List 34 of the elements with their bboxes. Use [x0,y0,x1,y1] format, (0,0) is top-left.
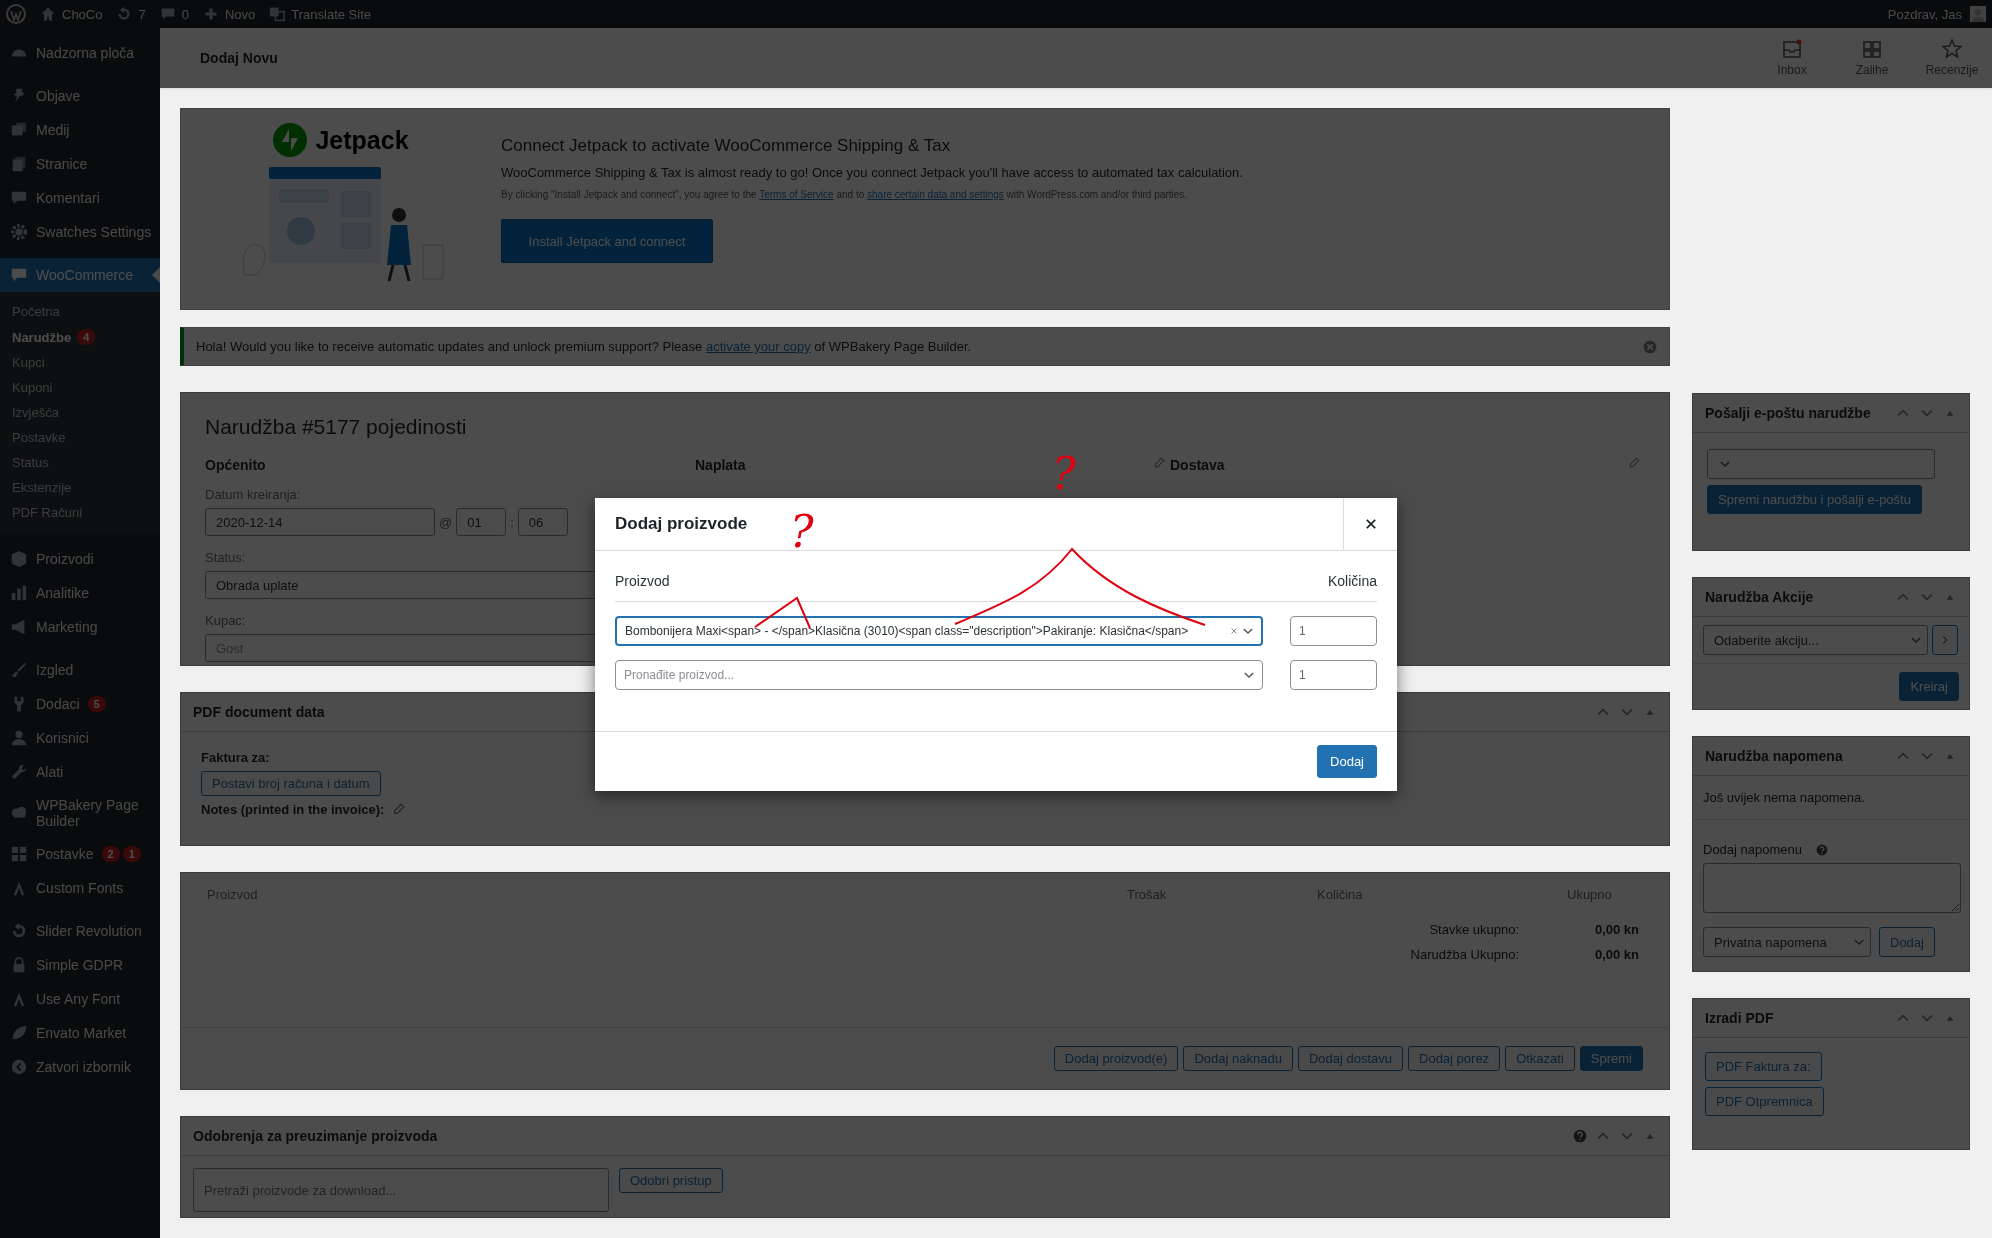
section-heading: Naplata [695,457,746,473]
time-separator: : [510,514,514,530]
empty-notes-text: Još uvijek nema napomena. [1703,790,1865,805]
section-heading: Dostava [1170,457,1225,473]
question-mark: ? [790,510,814,554]
at-sign: @ [439,514,453,530]
invoice-label: Faktura za: [201,750,270,765]
count-badge: 2 [101,846,120,862]
panel-title: Narudžba Akcije [1705,589,1814,605]
notes-label: Notes (printed in the invoice): [201,802,385,817]
add-note-label: Dodaj napomenu [1703,842,1803,857]
banner-title: Connect Jetpack to activate WooCommerce Shipping & Tax [501,136,952,156]
panel-title: Pošalji e-poštu narudžbe [1705,405,1871,421]
count-badge: 5 [87,696,106,712]
banner-text: WooCommerce Shipping & Tax is almost ready to go! Once you connect Jetpack you'll have access to automated tax calculation. [501,165,1243,180]
total-value: 0,00 kn [1593,922,1639,937]
notice-text: Hola! Would you like to receive automatic updates and unlock premium support? Please activate your copy of WPBakery Page Builder. [196,339,972,354]
page-title: Dodaj Novu [200,50,278,66]
count-badge: 4 [77,329,96,345]
jetpack-wordmark: Jetpack [315,125,409,155]
panel-title: Izradi PDF [1705,1010,1774,1026]
dialog-title: Dodaj proizvode [615,514,748,534]
total-value: 0,00 kn [1593,947,1639,962]
count-badge: 1 [122,846,141,862]
panel-title: Narudžba napomena [1705,748,1843,764]
column-header: Proizvod [615,573,670,589]
panel-title: Odobrenja za preuzimanje proizvoda [193,1128,438,1144]
column-header: Količina [1327,573,1377,589]
panel-title: PDF document data [193,704,325,720]
total-label: Narudžba Ukupno: [1410,947,1519,962]
order-title: Narudžba #5177 pojedinosti [205,415,468,439]
section-heading: Općenito [205,457,267,473]
question-mark: ? [1052,452,1076,496]
total-label: Stavke ukupno: [1429,922,1519,937]
